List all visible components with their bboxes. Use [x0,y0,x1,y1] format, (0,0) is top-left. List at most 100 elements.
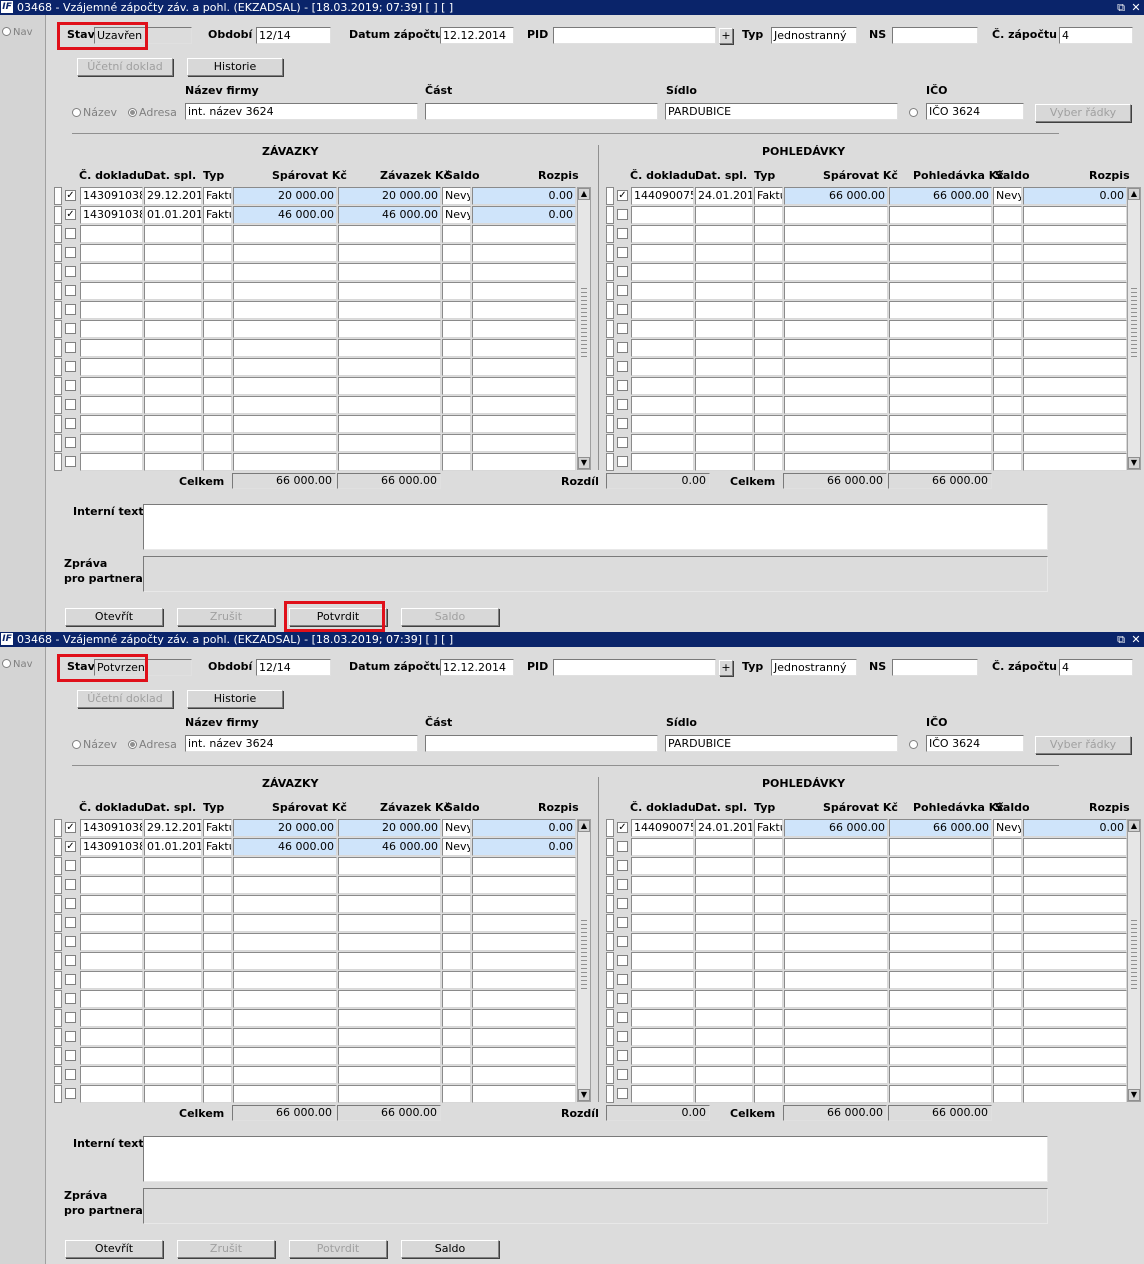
otevrit-button[interactable]: Otevřít [65,1240,163,1258]
pohledavky-cell-typ[interactable] [754,952,783,970]
zavazky-row-checkbox[interactable] [65,285,76,296]
zavazky-cell-rozpis[interactable] [472,914,576,932]
pohledavky-cell-castka[interactable] [889,914,992,932]
zavazky-cell-saldo[interactable] [442,914,471,932]
pohledavky-row-checkbox[interactable] [617,1031,628,1042]
pohledavky-row-checkbox[interactable] [617,399,628,410]
zavazky-cell-doklad[interactable] [80,952,143,970]
adresa-radio[interactable]: Adresa [128,106,177,119]
pohledavky-cell-saldo[interactable] [993,1028,1022,1046]
pid-field[interactable] [553,27,716,44]
zavazky-row-marker[interactable] [54,244,62,262]
close-window-icon[interactable]: ✕ [1129,632,1143,647]
pohledavky-cell-rozpis[interactable] [1023,358,1127,376]
zavazky-cell-typ[interactable] [203,244,232,262]
pohledavky-cell-datum[interactable] [695,1028,753,1046]
zavazky-cell-doklad[interactable] [80,857,143,875]
zavazky-cell-castka[interactable] [338,990,441,1008]
pohledavky-cell-saldo[interactable] [993,244,1022,262]
pohledavky-row-marker[interactable] [606,952,614,970]
zavazky-cell-rozpis[interactable] [472,434,576,452]
pid-lookup-button[interactable]: + [719,660,733,676]
pohledavky-cell-typ[interactable]: Faktu [754,187,783,205]
zavazky-cell-datum[interactable] [144,857,202,875]
pohledavky-cell-typ[interactable] [754,320,783,338]
pohledavky-cell-castka[interactable] [889,396,992,414]
pohledavky-row-marker[interactable] [606,396,614,414]
zavazky-row-marker[interactable] [54,339,62,357]
zavazky-row-marker[interactable] [54,876,62,894]
potvrdit-button[interactable]: Potvrdit [289,608,387,626]
zavazky-cell-typ[interactable] [203,339,232,357]
pohledavky-cell-sparovat[interactable] [784,1066,888,1084]
zavazky-cell-saldo[interactable] [442,1028,471,1046]
typ-field[interactable]: Jednostranný [771,659,857,676]
pohledavky-cell-rozpis[interactable] [1023,914,1127,932]
zavazky-cell-castka[interactable] [338,434,441,452]
pohledavky-cell-sparovat[interactable] [784,377,888,395]
zavazky-row-checkbox[interactable] [65,342,76,353]
pohledavky-cell-rozpis[interactable] [1023,415,1127,433]
zavazky-row-checkbox[interactable] [65,1069,76,1080]
pohledavky-scrollbar[interactable]: ▲ ▼ [1127,187,1141,470]
zavazky-cell-rozpis[interactable] [472,453,576,471]
zavazky-cell-sparovat[interactable]: 46 000.00 [233,206,337,224]
zavazky-cell-typ[interactable] [203,1009,232,1027]
pohledavky-row-checkbox[interactable]: ✓ [617,190,628,201]
pohledavky-cell-datum[interactable] [695,1047,753,1065]
pohledavky-cell-doklad[interactable] [631,933,694,951]
pohledavky-row-checkbox[interactable] [617,1012,628,1023]
pohledavky-cell-datum[interactable] [695,396,753,414]
pohledavky-cell-castka[interactable] [889,282,992,300]
scroll-down-icon[interactable]: ▼ [1128,1089,1140,1101]
zavazky-row-marker[interactable] [54,857,62,875]
pohledavky-cell-saldo[interactable] [993,358,1022,376]
pohledavky-cell-saldo[interactable] [993,838,1022,856]
pohledavky-cell-sparovat[interactable] [784,1085,888,1103]
zavazky-row-checkbox[interactable] [65,437,76,448]
pid-lookup-button[interactable]: + [719,28,733,44]
pohledavky-cell-saldo[interactable] [993,1085,1022,1103]
pohledavky-cell-sparovat[interactable] [784,301,888,319]
zavazky-cell-doklad[interactable] [80,358,143,376]
pohledavky-cell-castka[interactable] [889,453,992,471]
zavazky-cell-typ[interactable] [203,453,232,471]
pohledavky-cell-rozpis[interactable] [1023,434,1127,452]
pohledavky-cell-saldo[interactable] [993,434,1022,452]
pohledavky-cell-doklad[interactable] [631,895,694,913]
nazev-radio[interactable]: Název [72,106,117,119]
pohledavky-cell-sparovat[interactable] [784,1009,888,1027]
zavazky-row-checkbox[interactable] [65,1050,76,1061]
pohledavky-cell-rozpis[interactable] [1023,990,1127,1008]
zavazky-cell-rozpis[interactable] [472,857,576,875]
pohledavky-cell-datum[interactable] [695,971,753,989]
pohledavky-row-marker[interactable] [606,895,614,913]
scroll-up-icon[interactable]: ▲ [1128,820,1140,832]
pohledavky-row-checkbox[interactable] [617,860,628,871]
zavazky-cell-rozpis[interactable] [472,895,576,913]
pohledavky-row-checkbox[interactable] [617,247,628,258]
pohledavky-cell-typ[interactable] [754,415,783,433]
zavazky-cell-datum[interactable] [144,415,202,433]
zavazky-row-checkbox[interactable] [65,266,76,277]
zavazky-cell-castka[interactable]: 20 000.00 [338,819,441,837]
zavazky-cell-doklad[interactable] [80,914,143,932]
zavazky-cell-datum[interactable] [144,1047,202,1065]
zavazky-cell-datum[interactable] [144,1066,202,1084]
zavazky-cell-datum[interactable] [144,320,202,338]
adresa-radio[interactable]: Adresa [128,738,177,751]
pohledavky-cell-castka[interactable] [889,339,992,357]
pohledavky-cell-datum[interactable] [695,1009,753,1027]
zavazky-cell-castka[interactable]: 46 000.00 [338,838,441,856]
pohledavky-cell-rozpis[interactable] [1023,282,1127,300]
zavazky-row-marker[interactable] [54,301,62,319]
pohledavky-cell-typ[interactable]: Faktu [754,819,783,837]
scroll-grip[interactable] [1131,920,1137,990]
zavazky-row-marker[interactable] [54,415,62,433]
vyber-radky-button[interactable]: Vyber řádky [1035,736,1131,754]
ucetni-doklad-button[interactable]: Účetní doklad [77,690,173,708]
historie-button[interactable]: Historie [187,690,283,708]
zavazky-cell-typ[interactable]: Faktu [203,206,232,224]
zavazky-cell-datum[interactable] [144,933,202,951]
scroll-down-icon[interactable]: ▼ [578,457,590,469]
